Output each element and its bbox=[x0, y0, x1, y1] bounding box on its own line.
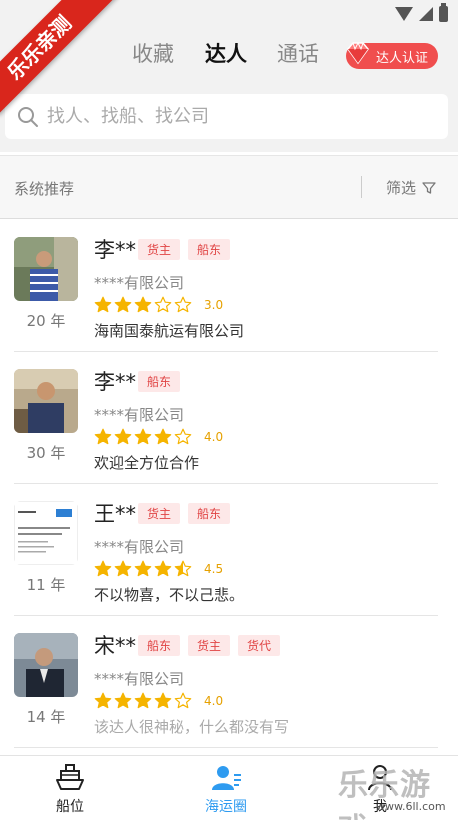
gem-icon bbox=[347, 41, 369, 65]
funnel-icon bbox=[422, 181, 436, 194]
star-empty-icon bbox=[174, 428, 192, 445]
star-empty-icon bbox=[154, 296, 172, 313]
battery-icon bbox=[439, 3, 448, 22]
expert-card[interactable]: 14 年 宋** 船东 货主 货代 ****有限公司 4.0 该达人很神秘，什么… bbox=[14, 616, 438, 748]
filter-bar: 系统推荐 筛选 bbox=[0, 155, 458, 219]
role-tags: 船东 bbox=[138, 371, 181, 392]
expert-description: 海南国泰航运有限公司 bbox=[94, 322, 245, 340]
star-filled-icon bbox=[114, 296, 132, 313]
system-recommend-label[interactable]: 系统推荐 bbox=[14, 178, 74, 199]
role-tag: 货主 bbox=[188, 635, 231, 656]
watermark-corner: 乐乐游戏 www.6ll.com bbox=[338, 760, 458, 820]
avatar[interactable] bbox=[14, 501, 78, 565]
experience-years: 20 年 bbox=[26, 312, 66, 330]
ship-icon bbox=[56, 764, 84, 790]
star-filled-icon bbox=[134, 428, 152, 445]
expert-card[interactable]: 11 年 王** 货主 船东 ****有限公司 4.5 不以物喜，不以己悲。 bbox=[14, 484, 438, 616]
avatar[interactable] bbox=[14, 237, 78, 301]
expert-description: 欢迎全方位合作 bbox=[94, 454, 200, 472]
avatar[interactable] bbox=[14, 633, 78, 697]
experience-years: 30 年 bbox=[26, 444, 66, 462]
nav-ship-position[interactable]: 船位 bbox=[30, 762, 110, 816]
star-empty-icon bbox=[174, 296, 192, 313]
expert-name: 王** bbox=[94, 502, 136, 526]
tab-favorites[interactable]: 收藏 bbox=[132, 38, 174, 68]
role-tags: 货主 船东 bbox=[138, 503, 231, 524]
rating-score: 4.0 bbox=[204, 694, 224, 708]
role-tag: 船东 bbox=[188, 503, 231, 524]
expert-name: 宋** bbox=[94, 634, 136, 658]
nav-label: 船位 bbox=[56, 799, 84, 815]
watermark-corner-url: www.6ll.com bbox=[376, 800, 446, 813]
star-rating: 3.0 bbox=[94, 296, 223, 314]
star-filled-icon bbox=[114, 692, 132, 709]
tab-calls[interactable]: 通话 bbox=[277, 38, 319, 68]
star-rating: 4.5 bbox=[94, 560, 223, 578]
star-filled-icon bbox=[134, 692, 152, 709]
role-tag: 船东 bbox=[138, 371, 181, 392]
avatar[interactable] bbox=[14, 369, 78, 433]
star-filled-icon bbox=[134, 560, 152, 577]
role-tag: 船东 bbox=[138, 635, 181, 656]
role-tag: 船东 bbox=[188, 239, 231, 260]
star-half-icon bbox=[174, 560, 192, 577]
tab-experts[interactable]: 达人 bbox=[205, 38, 247, 68]
filter-divider bbox=[361, 176, 362, 198]
verify-button-label: 达人认证 bbox=[376, 50, 429, 66]
star-filled-icon bbox=[154, 692, 172, 709]
watermark-ribbon: 乐乐亲测 bbox=[0, 0, 120, 120]
star-filled-icon bbox=[94, 692, 112, 709]
watermark-ribbon-text: 乐乐亲测 bbox=[2, 10, 77, 85]
filter-label: 筛选 bbox=[386, 179, 417, 197]
wifi-icon bbox=[395, 7, 413, 21]
rating-score: 3.0 bbox=[204, 298, 224, 312]
rating-score: 4.0 bbox=[204, 430, 224, 444]
star-filled-icon bbox=[154, 560, 172, 577]
expert-card[interactable]: 20 年 李** 货主 船东 ****有限公司 3.0 海南国泰航运有限公司 bbox=[14, 220, 438, 352]
experience-years: 11 年 bbox=[26, 576, 66, 594]
people-icon bbox=[212, 766, 241, 790]
role-tags: 船东 货主 货代 bbox=[138, 635, 281, 656]
company-name: ****有限公司 bbox=[94, 670, 185, 688]
expert-verify-button[interactable]: 达人认证 bbox=[346, 41, 438, 69]
star-rating: 4.0 bbox=[94, 428, 223, 446]
star-filled-icon bbox=[94, 560, 112, 577]
signal-icon bbox=[419, 7, 433, 21]
role-tag: 货代 bbox=[238, 635, 281, 656]
star-filled-icon bbox=[114, 428, 132, 445]
star-filled-icon bbox=[94, 296, 112, 313]
company-name: ****有限公司 bbox=[94, 406, 185, 424]
company-name: ****有限公司 bbox=[94, 274, 185, 292]
filter-button[interactable]: 筛选 bbox=[386, 177, 436, 198]
expert-list: 20 年 李** 货主 船东 ****有限公司 3.0 海南国泰航运有限公司 3… bbox=[0, 220, 458, 748]
star-filled-icon bbox=[134, 296, 152, 313]
star-filled-icon bbox=[114, 560, 132, 577]
expert-name: 李** bbox=[94, 370, 136, 394]
nav-shipping-circle[interactable]: 海运圈 bbox=[186, 762, 266, 816]
star-filled-icon bbox=[94, 428, 112, 445]
role-tag: 货主 bbox=[138, 239, 181, 260]
company-name: ****有限公司 bbox=[94, 538, 185, 556]
star-rating: 4.0 bbox=[94, 692, 223, 710]
role-tags: 货主 船东 bbox=[138, 239, 231, 260]
expert-description: 不以物喜，不以己悲。 bbox=[94, 586, 245, 604]
app-screen: 乐乐亲测 收藏 达人 通话 达人认证 系统推荐 筛选 bbox=[0, 0, 458, 820]
star-filled-icon bbox=[154, 428, 172, 445]
role-tag: 货主 bbox=[138, 503, 181, 524]
nav-label: 海运圈 bbox=[205, 799, 247, 815]
star-empty-icon bbox=[174, 692, 192, 709]
expert-name: 李** bbox=[94, 238, 136, 262]
expert-card[interactable]: 30 年 李** 船东 ****有限公司 4.0 欢迎全方位合作 bbox=[14, 352, 438, 484]
rating-score: 4.5 bbox=[204, 562, 224, 576]
expert-description: 该达人很神秘，什么都没有写 bbox=[94, 718, 290, 736]
experience-years: 14 年 bbox=[26, 708, 66, 726]
